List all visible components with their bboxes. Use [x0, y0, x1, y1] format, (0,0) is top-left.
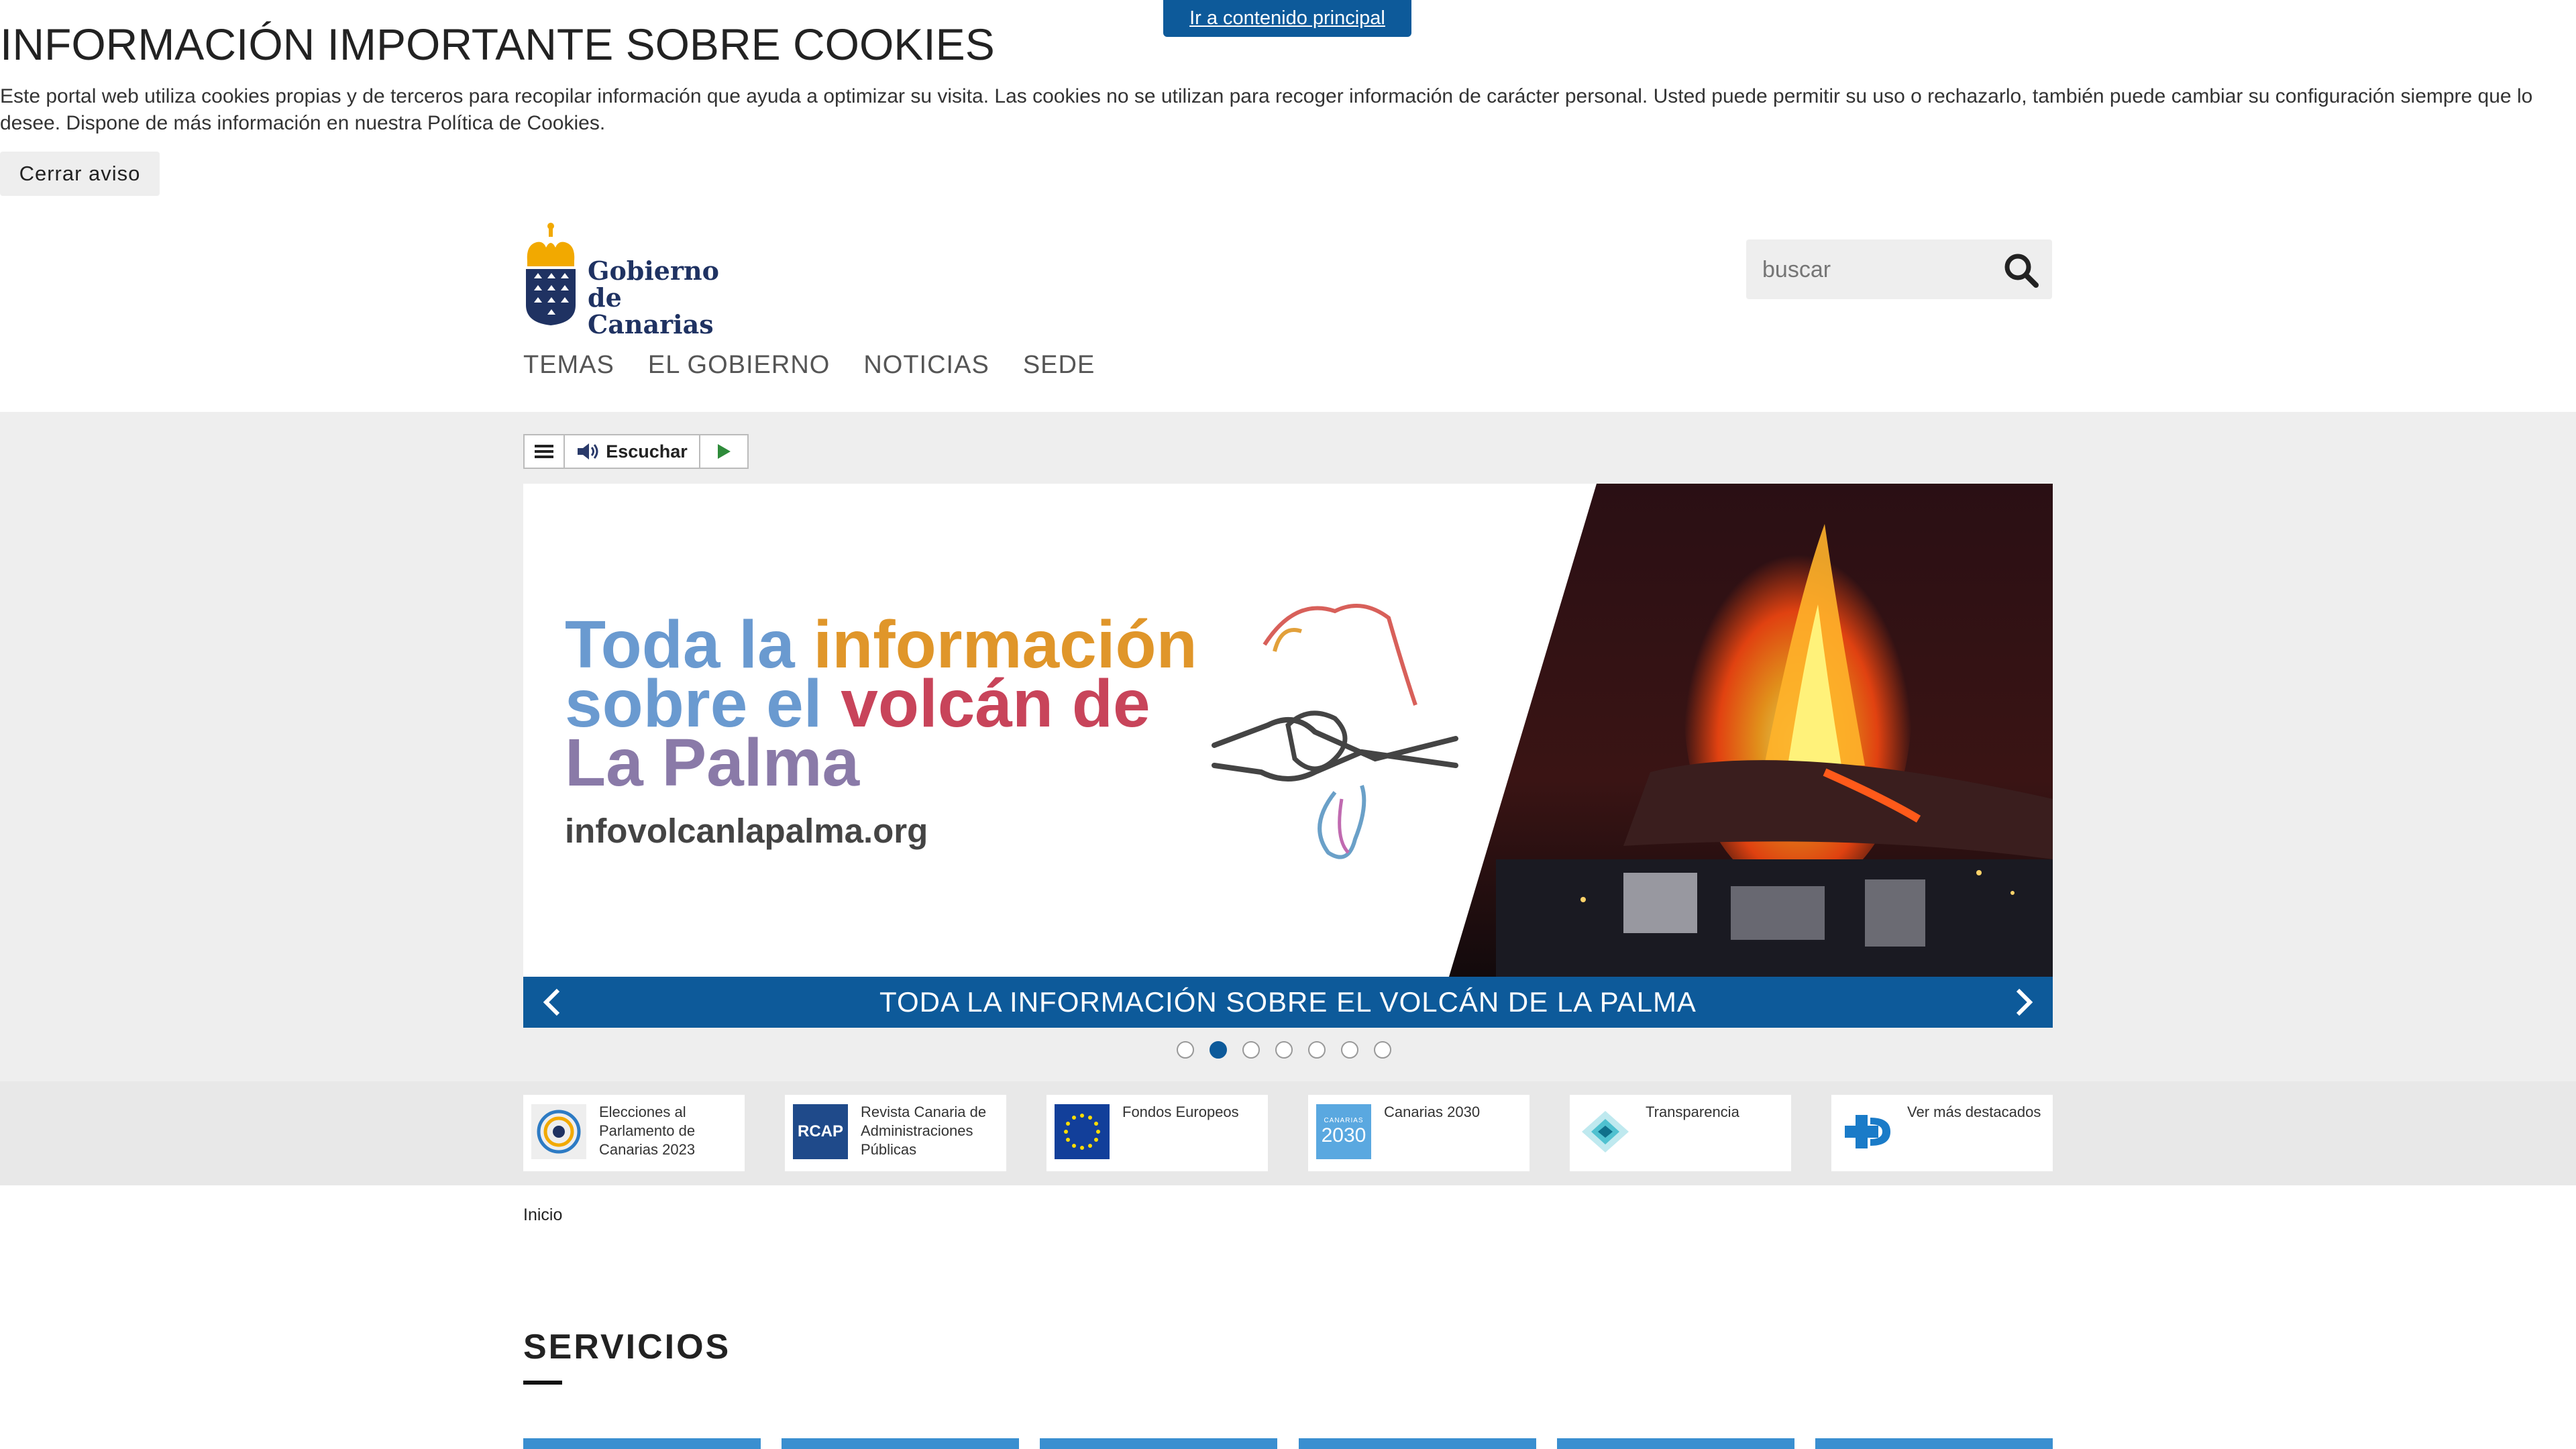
services-title-underline [523, 1381, 562, 1385]
hero-slide[interactable]: Toda la información sobre el volcán de L… [523, 484, 2053, 977]
slider-dot-4[interactable] [1275, 1041, 1293, 1059]
crown-shield-icon [526, 223, 576, 325]
service-tile-3[interactable] [1040, 1438, 1277, 1449]
featured-transparencia-label: Transparencia [1646, 1104, 1739, 1120]
featured-ver-mas[interactable]: Ver más destacados [1831, 1095, 2053, 1171]
slider-dots [1177, 1041, 1391, 1059]
tts-listen-button[interactable]: Escuchar [565, 435, 700, 468]
featured-fondos-europeos[interactable]: Fondos Europeos [1046, 1095, 1268, 1171]
service-tile-1[interactable] [523, 1438, 761, 1449]
nav-item-temas[interactable]: TEMAS [523, 351, 614, 380]
tts-menu-button[interactable] [525, 435, 565, 468]
gobierno-canarias-logo[interactable]: Gobierno de Canarias [523, 222, 745, 338]
nav-item-el-gobierno[interactable]: EL GOBIERNO [648, 351, 830, 380]
elections-seal-icon [531, 1104, 586, 1159]
slide-headline: Toda la información sobre el volcán de L… [565, 607, 1197, 800]
slide-url: infovolcanlapalma.org [565, 812, 928, 850]
search-input[interactable] [1761, 252, 1985, 288]
nav-item-noticias[interactable]: NOTICIAS [863, 351, 989, 380]
handshake-map-illustration [1212, 604, 1458, 859]
nav-item-sede[interactable]: SEDE [1023, 351, 1095, 380]
featured-transparencia[interactable]: Transparencia [1570, 1095, 1791, 1171]
service-tile-4[interactable] [1299, 1438, 1536, 1449]
play-icon [718, 444, 731, 459]
cookie-notice-text: Este portal web utiliza cookies propias … [0, 85, 2533, 134]
slider-dot-1[interactable] [1177, 1041, 1194, 1059]
search-button[interactable] [2001, 250, 2041, 290]
logo-wordmark: Gobierno de Canarias [588, 256, 719, 339]
menu-icon [535, 445, 553, 458]
services-title: SERVICIOS [523, 1328, 731, 1366]
featured-elecciones-label: Elecciones al Parlamento de Canarias 202… [599, 1104, 696, 1158]
text-to-speech-widget: Escuchar [523, 434, 749, 469]
eu-flag-icon [1055, 1104, 1110, 1159]
tts-listen-label: Escuchar [606, 441, 688, 462]
transparency-diamond-icon [1582, 1111, 1629, 1152]
featured-canarias-2030[interactable]: CANARIAS 2030 Canarias 2030 [1308, 1095, 1529, 1171]
slide-caption-bar: TODA LA INFORMACIÓN SOBRE EL VOLCÁN DE L… [523, 977, 2053, 1028]
slider-prev-button[interactable] [535, 985, 570, 1020]
slider-dot-7[interactable] [1374, 1041, 1391, 1059]
tts-play-button[interactable] [700, 435, 747, 468]
canarias-2030-icon: CANARIAS 2030 [1316, 1104, 1371, 1159]
chevron-left-icon [543, 988, 560, 1016]
featured-elecciones[interactable]: Elecciones al Parlamento de Canarias 202… [523, 1095, 745, 1171]
skip-to-content-link[interactable]: Ir a contenido principal [1163, 0, 1411, 37]
featured-band [0, 1081, 2576, 1185]
rcap-logo-icon: RCAP [793, 1104, 848, 1159]
chevron-right-icon [2016, 988, 2033, 1016]
featured-fondos-label: Fondos Europeos [1122, 1104, 1239, 1120]
cookie-notice-title: INFORMACIÓN IMPORTANTE SOBRE COOKIES [0, 19, 995, 69]
plus-more-icon [1845, 1115, 1890, 1148]
main-nav: TEMAS EL GOBIERNO NOTICIAS SEDE [523, 351, 1095, 380]
slider-dot-5[interactable] [1308, 1041, 1326, 1059]
close-cookie-notice-button[interactable]: Cerrar aviso [0, 152, 160, 196]
slider-dot-6[interactable] [1341, 1041, 1358, 1059]
service-tile-2[interactable] [782, 1438, 1019, 1449]
slider-dot-3[interactable] [1242, 1041, 1260, 1059]
slider-dot-2[interactable] [1210, 1041, 1227, 1059]
volcano-eruption-photo [1449, 484, 2053, 977]
featured-canarias-2030-label: Canarias 2030 [1384, 1104, 1481, 1120]
service-tile-6[interactable] [1815, 1438, 2053, 1449]
search-icon [2004, 254, 2039, 288]
featured-rcap[interactable]: RCAP Revista Canaria de Administraciones… [785, 1095, 1006, 1171]
service-tile-5[interactable] [1557, 1438, 1794, 1449]
featured-ver-mas-label: Ver más destacados [1907, 1104, 2041, 1120]
breadcrumb[interactable]: Inicio [523, 1205, 562, 1225]
search-box [1746, 239, 2052, 299]
slider-next-button[interactable] [2006, 985, 2041, 1020]
featured-rcap-label: Revista Canaria de Administraciones Públ… [861, 1104, 987, 1158]
speaker-icon [578, 443, 598, 460]
slide-caption[interactable]: TODA LA INFORMACIÓN SOBRE EL VOLCÁN DE L… [879, 986, 1697, 1018]
